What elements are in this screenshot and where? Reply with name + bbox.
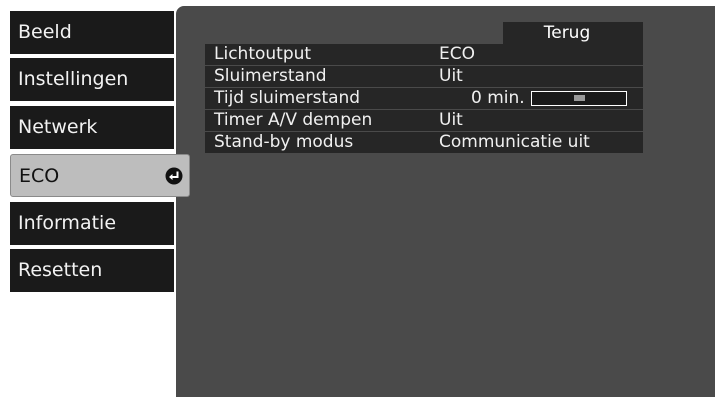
sidebar-item-label: Netwerk xyxy=(18,116,98,138)
setting-value: 0 min. xyxy=(471,88,525,108)
sidebar-item-netwerk[interactable]: Netwerk xyxy=(10,106,174,149)
sidebar-item-eco[interactable]: ECO xyxy=(10,154,190,197)
projector-menu-screen: Beeld Instellingen Netwerk ECO Informati… xyxy=(0,0,715,397)
setting-value: Uit xyxy=(439,66,463,86)
back-button[interactable]: Terug xyxy=(503,22,643,44)
sidebar-item-label: Resetten xyxy=(18,259,103,281)
setting-label: Sluimerstand xyxy=(214,66,327,86)
setting-row-timer-av-dempen[interactable]: Timer A/V dempen Uit xyxy=(205,110,643,132)
setting-label: Timer A/V dempen xyxy=(214,110,373,130)
slider-thumb[interactable] xyxy=(574,95,585,101)
setting-label: Lichtoutput xyxy=(214,44,312,64)
setting-label: Tijd sluimerstand xyxy=(214,88,361,108)
sleep-time-slider[interactable] xyxy=(531,91,627,106)
setting-row-tijd-sluimerstand[interactable]: Tijd sluimerstand 0 min. xyxy=(205,88,643,110)
sidebar-item-label: Beeld xyxy=(18,21,72,43)
setting-row-lichtoutput[interactable]: Lichtoutput ECO xyxy=(205,44,643,66)
setting-row-sluimerstand[interactable]: Sluimerstand Uit xyxy=(205,66,643,88)
setting-value: Communicatie uit xyxy=(439,132,590,152)
enter-icon xyxy=(165,167,183,185)
back-button-label: Terug xyxy=(543,23,591,43)
sidebar-item-label: Informatie xyxy=(18,212,117,234)
setting-value: ECO xyxy=(439,44,475,64)
sidebar-item-label: ECO xyxy=(19,165,60,187)
eco-settings-list: Lichtoutput ECO Sluimerstand Uit Tijd sl… xyxy=(205,44,643,154)
setting-label: Stand-by modus xyxy=(214,132,354,152)
setting-row-stand-by-modus[interactable]: Stand-by modus Communicatie uit xyxy=(205,132,643,154)
sidebar-item-informatie[interactable]: Informatie xyxy=(10,202,174,245)
sidebar-item-instellingen[interactable]: Instellingen xyxy=(10,58,174,101)
sidebar-item-beeld[interactable]: Beeld xyxy=(10,11,174,54)
sidebar-item-label: Instellingen xyxy=(18,68,129,90)
sidebar-item-resetten[interactable]: Resetten xyxy=(10,249,174,292)
setting-value: Uit xyxy=(439,110,463,130)
